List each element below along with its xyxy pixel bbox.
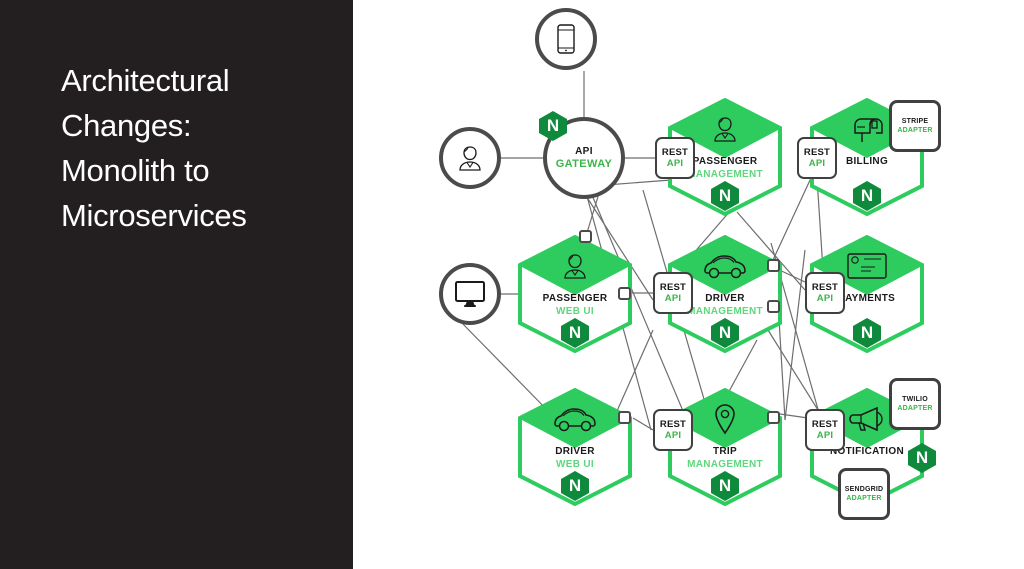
rest-api-6[interactable]: REST API <box>805 409 845 451</box>
service-label-line1: DRIVER <box>555 446 595 457</box>
nginx-badge-driver-web-ui: N <box>560 470 590 502</box>
adapter-line1: SENDGRID <box>844 486 884 493</box>
rest-api-1[interactable]: REST API <box>655 137 695 179</box>
twilio-adapter[interactable]: TWILIO ADAPTER <box>889 378 941 430</box>
rest-api-5[interactable]: REST API <box>653 409 693 451</box>
nginx-badge-gateway: N <box>538 110 568 142</box>
rest-api-3[interactable]: REST API <box>653 272 693 314</box>
adapter-line2: ADAPTER <box>897 405 933 412</box>
rest-api-line1: REST <box>659 419 687 430</box>
service-label-line1: PASSENGER <box>542 293 608 304</box>
adapter-line1: STRIPE <box>901 118 929 125</box>
stripe-adapter[interactable]: STRIPE ADAPTER <box>889 100 941 152</box>
connector-node <box>767 300 780 313</box>
rest-api-line2: API <box>666 158 684 169</box>
connector-node <box>579 230 592 243</box>
service-label: PASSENGER WEB UI <box>517 292 633 318</box>
nginx-badge-payments: N <box>852 317 882 349</box>
desktop-monitor-icon <box>455 281 485 307</box>
nginx-badge-letter: N <box>860 186 874 205</box>
nginx-badge-billing: N <box>852 180 882 212</box>
client-desktop[interactable] <box>439 263 501 325</box>
rest-api-line1: REST <box>811 419 839 430</box>
rest-api-line2: API <box>664 293 682 304</box>
rest-api-2[interactable]: REST API <box>797 137 837 179</box>
sendgrid-adapter[interactable]: SENDGRID ADAPTER <box>838 468 890 520</box>
rest-api-line2: API <box>808 158 826 169</box>
title-panel: Architectural Changes: Monolith to Micro… <box>0 0 353 569</box>
nginx-badge-driver-management: N <box>710 317 740 349</box>
api-gateway-line1: API <box>575 145 593 157</box>
page-title: Architectural Changes: Monolith to Micro… <box>61 63 247 233</box>
service-label: DRIVER WEB UI <box>517 445 633 471</box>
rest-api-line2: API <box>664 430 682 441</box>
nginx-badge-letter: N <box>860 323 874 342</box>
nginx-badge-letter: N <box>718 476 732 495</box>
architecture-diagram: API GATEWAY N PASSENGER MANAGEMENT N BIL… <box>353 0 1024 569</box>
api-gateway-line2: GATEWAY <box>555 157 613 170</box>
adapter-line1: TWILIO <box>902 396 928 403</box>
nginx-badge-letter: N <box>915 448 929 467</box>
mobile-phone-icon <box>557 24 575 54</box>
connector-node <box>618 287 631 300</box>
rest-api-line1: REST <box>661 147 689 158</box>
adapter-line2: ADAPTER <box>846 495 882 502</box>
connector-node <box>618 411 631 424</box>
rest-api-line1: REST <box>803 147 831 158</box>
nginx-badge-passenger-management: N <box>710 180 740 212</box>
user-avatar-icon <box>459 146 481 171</box>
nginx-badge-notification: N <box>907 442 937 474</box>
nginx-badge-letter: N <box>718 323 732 342</box>
rest-api-line2: API <box>816 430 834 441</box>
nginx-badge-trip-management: N <box>710 470 740 502</box>
adapter-line2: ADAPTER <box>897 127 933 134</box>
car-icon <box>517 398 633 440</box>
nginx-badge-letter: N <box>568 323 582 342</box>
rest-api-line1: REST <box>659 282 687 293</box>
rest-api-4[interactable]: REST API <box>805 272 845 314</box>
slide-root: Architectural Changes: Monolith to Micro… <box>0 0 1024 569</box>
client-mobile[interactable] <box>535 8 597 70</box>
rest-api-line2: API <box>816 293 834 304</box>
nginx-badge-passenger-web-ui: N <box>560 317 590 349</box>
connector-node <box>767 259 780 272</box>
rest-api-line1: REST <box>811 282 839 293</box>
client-user[interactable] <box>439 127 501 189</box>
nginx-badge-letter: N <box>718 186 732 205</box>
nginx-badge-letter: N <box>546 116 560 135</box>
user-avatar-icon <box>517 245 633 287</box>
connector-node <box>767 411 780 424</box>
nginx-badge-letter: N <box>568 476 582 495</box>
